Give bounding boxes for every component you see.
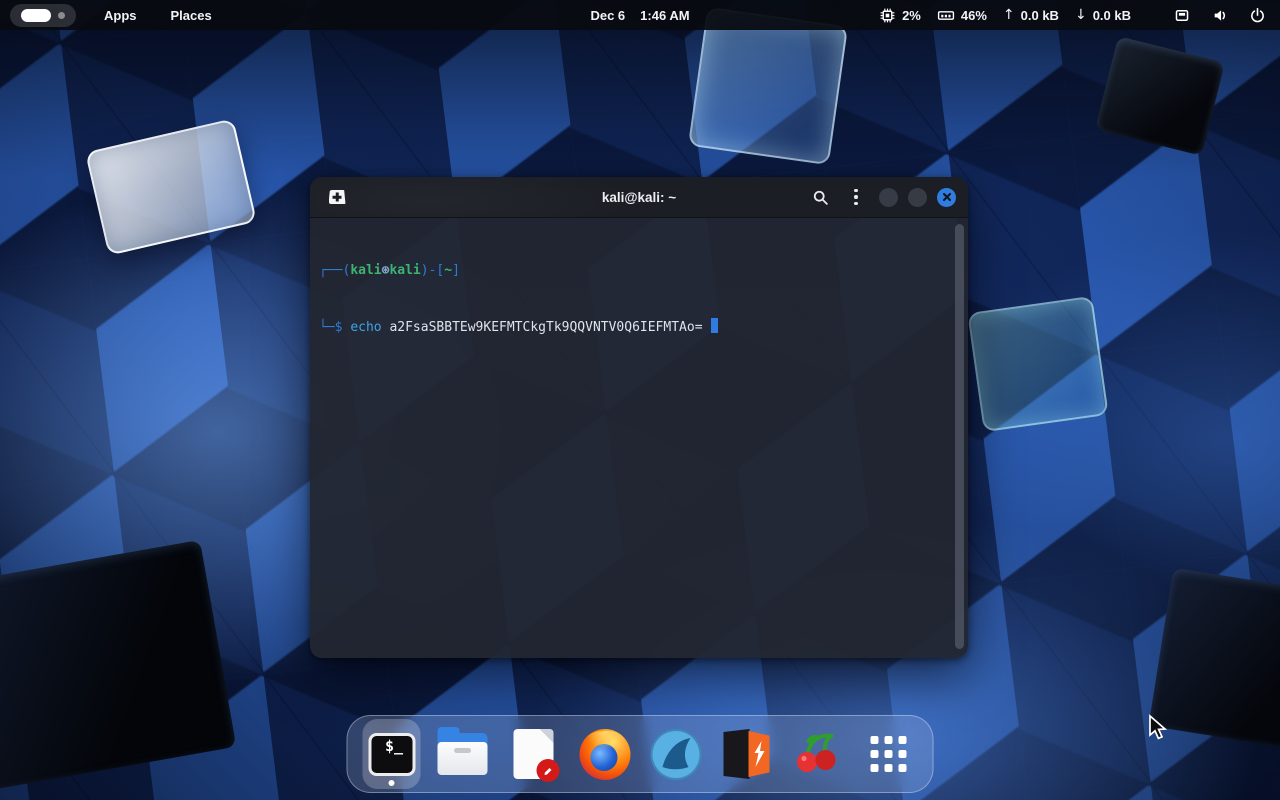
upload-rate: 0.0 kB bbox=[1021, 8, 1059, 23]
terminal-cursor bbox=[711, 318, 718, 333]
kebab-menu-icon bbox=[854, 189, 858, 206]
dock-item-terminal[interactable]: $_ bbox=[363, 719, 421, 789]
pencil-badge-icon bbox=[537, 759, 560, 782]
running-indicator-dot bbox=[389, 780, 395, 786]
download-rate: 0.0 kB bbox=[1093, 8, 1131, 23]
close-icon bbox=[942, 192, 952, 202]
dock-item-files[interactable] bbox=[434, 719, 492, 789]
download-indicator[interactable]: ↓ 0.0 kB bbox=[1075, 7, 1131, 23]
dock: $_ bbox=[347, 715, 934, 793]
prompt-line-1: ┌──(kali⊛kali)-[~] bbox=[319, 261, 959, 280]
download-arrow-icon: ↓ bbox=[1075, 7, 1087, 23]
files-icon bbox=[438, 733, 488, 775]
close-button[interactable] bbox=[937, 188, 956, 207]
terminal-scrollbar[interactable] bbox=[955, 224, 964, 649]
prompt-user: kali bbox=[350, 263, 381, 278]
firefox-icon bbox=[579, 729, 630, 780]
clock[interactable]: Dec 6 1:46 AM bbox=[590, 8, 689, 23]
wireshark-icon bbox=[650, 729, 701, 780]
workspace-active-pill bbox=[21, 9, 51, 22]
search-icon bbox=[812, 189, 829, 206]
lightning-icon bbox=[753, 741, 765, 767]
dock-item-wireshark[interactable] bbox=[647, 719, 705, 789]
prompt-frame: ┌──( bbox=[319, 263, 350, 278]
prompt-frame: )-[ bbox=[421, 263, 444, 278]
new-tab-button[interactable] bbox=[322, 183, 352, 211]
burpsuite-icon bbox=[724, 729, 770, 779]
maximize-button[interactable] bbox=[908, 188, 927, 207]
new-tab-icon bbox=[329, 190, 346, 204]
wired-network-icon bbox=[1173, 7, 1191, 24]
terminal-icon: $_ bbox=[368, 733, 415, 776]
text-editor-icon bbox=[514, 729, 554, 779]
titlebar-actions bbox=[807, 184, 968, 210]
memory-icon bbox=[937, 7, 955, 24]
window-title: kali@kali: ~ bbox=[602, 190, 676, 205]
cpu-icon bbox=[879, 7, 896, 24]
cpu-indicator[interactable]: 2% bbox=[879, 7, 921, 24]
memory-indicator[interactable]: 46% bbox=[937, 7, 987, 24]
upload-arrow-icon: ↑ bbox=[1003, 7, 1015, 23]
top-bar: Apps Places Dec 6 1:46 AM 2% bbox=[0, 0, 1280, 30]
volume-button[interactable] bbox=[1209, 5, 1231, 26]
dock-item-burpsuite[interactable] bbox=[718, 719, 776, 789]
dock-item-cherrytree[interactable] bbox=[789, 719, 847, 789]
prompt-path: ~ bbox=[444, 263, 452, 278]
terminal-titlebar[interactable]: kali@kali: ~ bbox=[310, 177, 968, 218]
wallpaper-glass-cube bbox=[688, 7, 848, 165]
clock-date: Dec 6 bbox=[590, 8, 625, 23]
power-icon bbox=[1249, 7, 1266, 24]
apps-menu[interactable]: Apps bbox=[98, 4, 143, 27]
terminal-window: kali@kali: ~ bbox=[310, 177, 968, 658]
command-text: echo bbox=[350, 320, 381, 335]
system-tray: 2% 46% ↑ 0.0 kB ↓ 0.0 kB bbox=[879, 5, 1280, 26]
desktop: Apps Places Dec 6 1:46 AM 2% bbox=[0, 0, 1280, 800]
workspace-inactive-dot bbox=[58, 12, 65, 19]
wallpaper-dark-cube bbox=[0, 540, 236, 790]
dock-item-firefox[interactable] bbox=[576, 719, 634, 789]
command-argument: a2FsaSBBTEw9KEFMTCkgTk9QQVNTV0Q6IEFMTAo= bbox=[389, 320, 702, 335]
workspace-indicator[interactable] bbox=[10, 4, 76, 27]
power-button[interactable] bbox=[1247, 5, 1268, 26]
wallpaper-glass-cube bbox=[967, 296, 1108, 432]
window-menu-button[interactable] bbox=[843, 184, 869, 210]
dock-item-text-editor[interactable] bbox=[505, 719, 563, 789]
prompt-host: kali bbox=[389, 263, 420, 278]
cherrytree-icon bbox=[792, 727, 844, 782]
terminal-content[interactable]: ┌──(kali⊛kali)-[~] └─$ echo a2FsaSBBTEw9… bbox=[310, 218, 968, 658]
memory-percent: 46% bbox=[961, 8, 987, 23]
prompt-frame: └─$ bbox=[319, 320, 342, 335]
upload-indicator[interactable]: ↑ 0.0 kB bbox=[1003, 7, 1059, 23]
minimize-button[interactable] bbox=[879, 188, 898, 207]
speaker-icon bbox=[1211, 7, 1229, 24]
mouse-cursor bbox=[1146, 714, 1170, 742]
app-grid-icon bbox=[871, 736, 907, 772]
dock-item-app-grid[interactable] bbox=[860, 719, 918, 789]
prompt-line-2: └─$ echo a2FsaSBBTEw9KEFMTCkgTk9QQVNTV0Q… bbox=[319, 318, 959, 337]
network-button[interactable] bbox=[1171, 5, 1193, 26]
prompt-frame: ] bbox=[452, 263, 460, 278]
clock-time: 1:46 AM bbox=[640, 8, 689, 23]
top-bar-left: Apps Places bbox=[0, 4, 218, 27]
cpu-percent: 2% bbox=[902, 8, 921, 23]
places-menu[interactable]: Places bbox=[165, 4, 218, 27]
search-button[interactable] bbox=[807, 184, 833, 210]
